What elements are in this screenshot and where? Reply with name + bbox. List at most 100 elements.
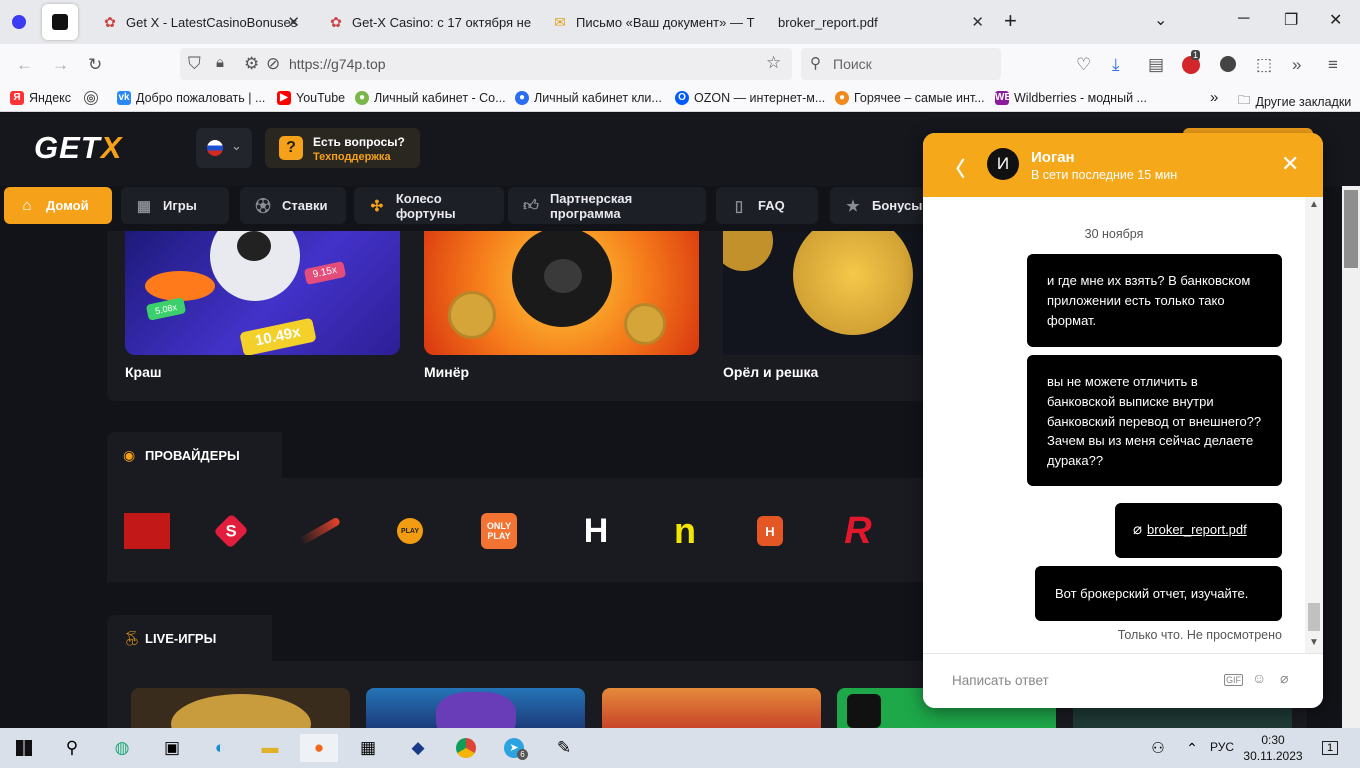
camera-app-icon[interactable]: ▣ <box>158 734 186 762</box>
live-card-kraken[interactable] <box>366 688 585 728</box>
provider-smartsoft[interactable]: S <box>208 513 254 549</box>
scroll-up-icon[interactable]: ▲ <box>1309 199 1319 210</box>
file-attachment-message[interactable]: ⌀ broker_report.pdf <box>1115 503 1282 558</box>
bookmark-hot[interactable]: ● Горячее – самые инт... <box>835 91 985 105</box>
pinned-tab[interactable] <box>42 4 78 40</box>
provider-redtiger[interactable]: R <box>835 510 881 552</box>
menu-faq[interactable]: ▯ FAQ <box>716 187 818 224</box>
maximize-icon[interactable]: ❐ <box>1284 10 1298 30</box>
vm-app-icon[interactable]: ◆ <box>404 734 432 762</box>
autoplay-blocked-icon[interactable]: ⊘ <box>266 54 280 74</box>
live-card-roulette[interactable] <box>131 688 350 728</box>
page-scrollbar[interactable] <box>1342 186 1360 728</box>
reload-icon[interactable]: ↻ <box>88 55 102 75</box>
bookmark-ozon[interactable]: O OZON — интернет-м... <box>675 91 825 105</box>
language-selector[interactable]: ⌄ <box>196 128 252 168</box>
list-tabs-chevron-icon[interactable]: ⌄ <box>1154 10 1167 30</box>
tracking-shield-icon[interactable]: ⛉ <box>188 54 201 74</box>
firefox-view-icon[interactable] <box>12 15 26 29</box>
lock-icon[interactable]: 🔒︎ <box>216 54 224 71</box>
scroll-down-icon[interactable]: ▼ <box>1309 637 1319 648</box>
bookmark-vk[interactable]: vk Добро пожаловать | ... <box>117 91 265 105</box>
close-icon[interactable]: ✕ <box>1281 151 1299 177</box>
network-globe-icon[interactable]: ◍ <box>108 734 136 762</box>
menu-affiliate[interactable]: 👍︎ Партнерская программа <box>508 187 706 224</box>
provider-onlyplay[interactable]: ONLY PLAY <box>481 513 517 549</box>
url-text[interactable]: https://g74p.top <box>289 56 386 72</box>
bookmark-wildberries[interactable]: WB Wildberries - модный ... <box>995 91 1147 105</box>
pocket-icon[interactable]: ♡ <box>1076 55 1091 75</box>
reader-view-icon[interactable]: ▤ <box>1148 55 1164 75</box>
telegram-icon[interactable]: ➤ 6 <box>500 734 528 762</box>
tab-latestcasinobonuses[interactable]: ✿ Get X - LatestCasinoBonuses ✕ <box>90 4 310 40</box>
keyboard-language[interactable]: РУС <box>1210 740 1234 754</box>
firefox-taskbar-icon[interactable]: ● <box>300 734 338 762</box>
gif-icon[interactable]: GIF <box>1224 674 1243 686</box>
chat-scrollbar-thumb[interactable] <box>1308 603 1320 631</box>
chrome-icon[interactable] <box>452 734 480 762</box>
adblock-extension-icon[interactable]: 1 <box>1182 50 1201 74</box>
overflow-chevron-icon[interactable]: » <box>1292 55 1301 75</box>
menu-home[interactable]: ⌂ Домой <box>4 187 112 224</box>
emoji-icon[interactable]: ☺ <box>1252 670 1266 686</box>
bookmark-cabinet-2[interactable]: ● Личный кабинет кли... <box>515 91 662 105</box>
profile-avatar[interactable] <box>1220 56 1236 72</box>
game-card-heads-tails[interactable] <box>723 231 937 355</box>
provider-spribe[interactable] <box>297 513 343 549</box>
menu-games[interactable]: ▦ Игры <box>121 187 229 224</box>
edge-icon[interactable]: ◐ <box>206 734 234 762</box>
extensions-puzzle-icon[interactable]: ⬚ <box>1256 55 1272 75</box>
bookmark-youtube[interactable]: ▶ YouTube <box>277 91 345 105</box>
hamburger-menu-icon[interactable]: ≡ <box>1328 55 1338 75</box>
bookmark-yandex[interactable]: Я Яндекс <box>10 91 71 105</box>
provider-hacksaw[interactable]: H <box>573 512 619 550</box>
attach-icon[interactable]: ⌀ <box>1280 670 1288 687</box>
tray-chevron-icon[interactable]: ⌃ <box>1178 734 1206 762</box>
file-explorer-icon[interactable]: ▬ <box>256 734 284 762</box>
downloads-icon[interactable]: ⤓ <box>1112 55 1120 75</box>
attachment-link[interactable]: broker_report.pdf <box>1147 522 1247 537</box>
tab-mail[interactable]: ✉ Письмо «Ваш документ» — Т <box>540 4 760 40</box>
bookmarks-overflow-icon[interactable]: » <box>1210 89 1218 106</box>
close-tab-icon[interactable]: ✕ <box>287 13 300 31</box>
provider-netgame[interactable]: n <box>662 510 708 551</box>
back-arrow-icon[interactable]: ← <box>16 55 33 75</box>
search-icon[interactable]: ⚲ <box>58 734 86 762</box>
scrollbar-thumb[interactable] <box>1344 190 1358 268</box>
chat-scrollbar[interactable]: ▲ ▼ <box>1305 197 1323 653</box>
close-window-icon[interactable]: ✕ <box>1329 10 1342 30</box>
tab-getx-casino[interactable]: ✿ Get-X Casino: с 17 октября не г <box>316 4 536 40</box>
bookmark-other-folder[interactable]: 🗀︎ Другие закладки <box>1238 91 1351 112</box>
game-title-heads-tails[interactable]: Орёл и решка <box>723 364 818 380</box>
support-button[interactable]: ? Есть вопросы? Техподдержка <box>265 128 420 168</box>
new-tab-icon[interactable]: + <box>1004 8 1017 34</box>
game-title-miner[interactable]: Минёр <box>424 364 469 380</box>
menu-fortune-wheel[interactable]: ✣ Колесо фортуны <box>354 187 504 224</box>
url-bar[interactable]: ⛉ 🔒︎ ⚙ ⊘ https://g74p.top ☆ <box>180 48 792 80</box>
search-bar[interactable]: ⚲ Поиск <box>801 48 1001 80</box>
tab-broker-report[interactable]: broker_report.pdf ✕ <box>764 4 994 40</box>
back-chevron-icon[interactable]: 〈 <box>945 153 965 182</box>
clock[interactable]: 0:30 30.11.2023 <box>1238 732 1308 764</box>
provider-evoplay[interactable] <box>124 513 170 549</box>
chat-messages[interactable]: 30 ноября и где мне их взять? В банковск… <box>923 197 1323 653</box>
close-tab-icon[interactable]: ✕ <box>971 13 984 31</box>
windows-start-icon[interactable] <box>10 734 38 762</box>
minimize-icon[interactable]: ─ <box>1238 10 1249 28</box>
game-card-crash[interactable]: 10.49x 9.15x 5.08x <box>125 231 400 355</box>
menu-bets[interactable]: ⚽︎ Ставки <box>240 187 346 224</box>
permissions-icon[interactable]: ⚙ <box>244 54 259 74</box>
people-icon[interactable]: ⚇ <box>1144 734 1172 762</box>
live-card-pirate[interactable] <box>602 688 821 728</box>
provider-pragmatic[interactable]: PLAY <box>387 513 433 549</box>
paint-icon[interactable]: ✎ <box>550 734 578 762</box>
bookmark-cabinet-1[interactable]: ● Личный кабинет - Со... <box>355 91 506 105</box>
game-card-miner[interactable] <box>424 231 699 355</box>
getx-logo[interactable]: GETX <box>34 130 122 166</box>
chat-reply-field[interactable]: Написать ответ GIF ☺ ⌀ <box>923 653 1323 708</box>
bookmark-star-icon[interactable]: ☆ <box>766 53 781 73</box>
game-title-crash[interactable]: Краш <box>125 364 162 380</box>
provider-habanero[interactable]: H <box>747 513 793 549</box>
bookmark-globe[interactable]: ◎ <box>84 91 103 105</box>
forward-arrow-icon[interactable]: → <box>52 55 69 75</box>
